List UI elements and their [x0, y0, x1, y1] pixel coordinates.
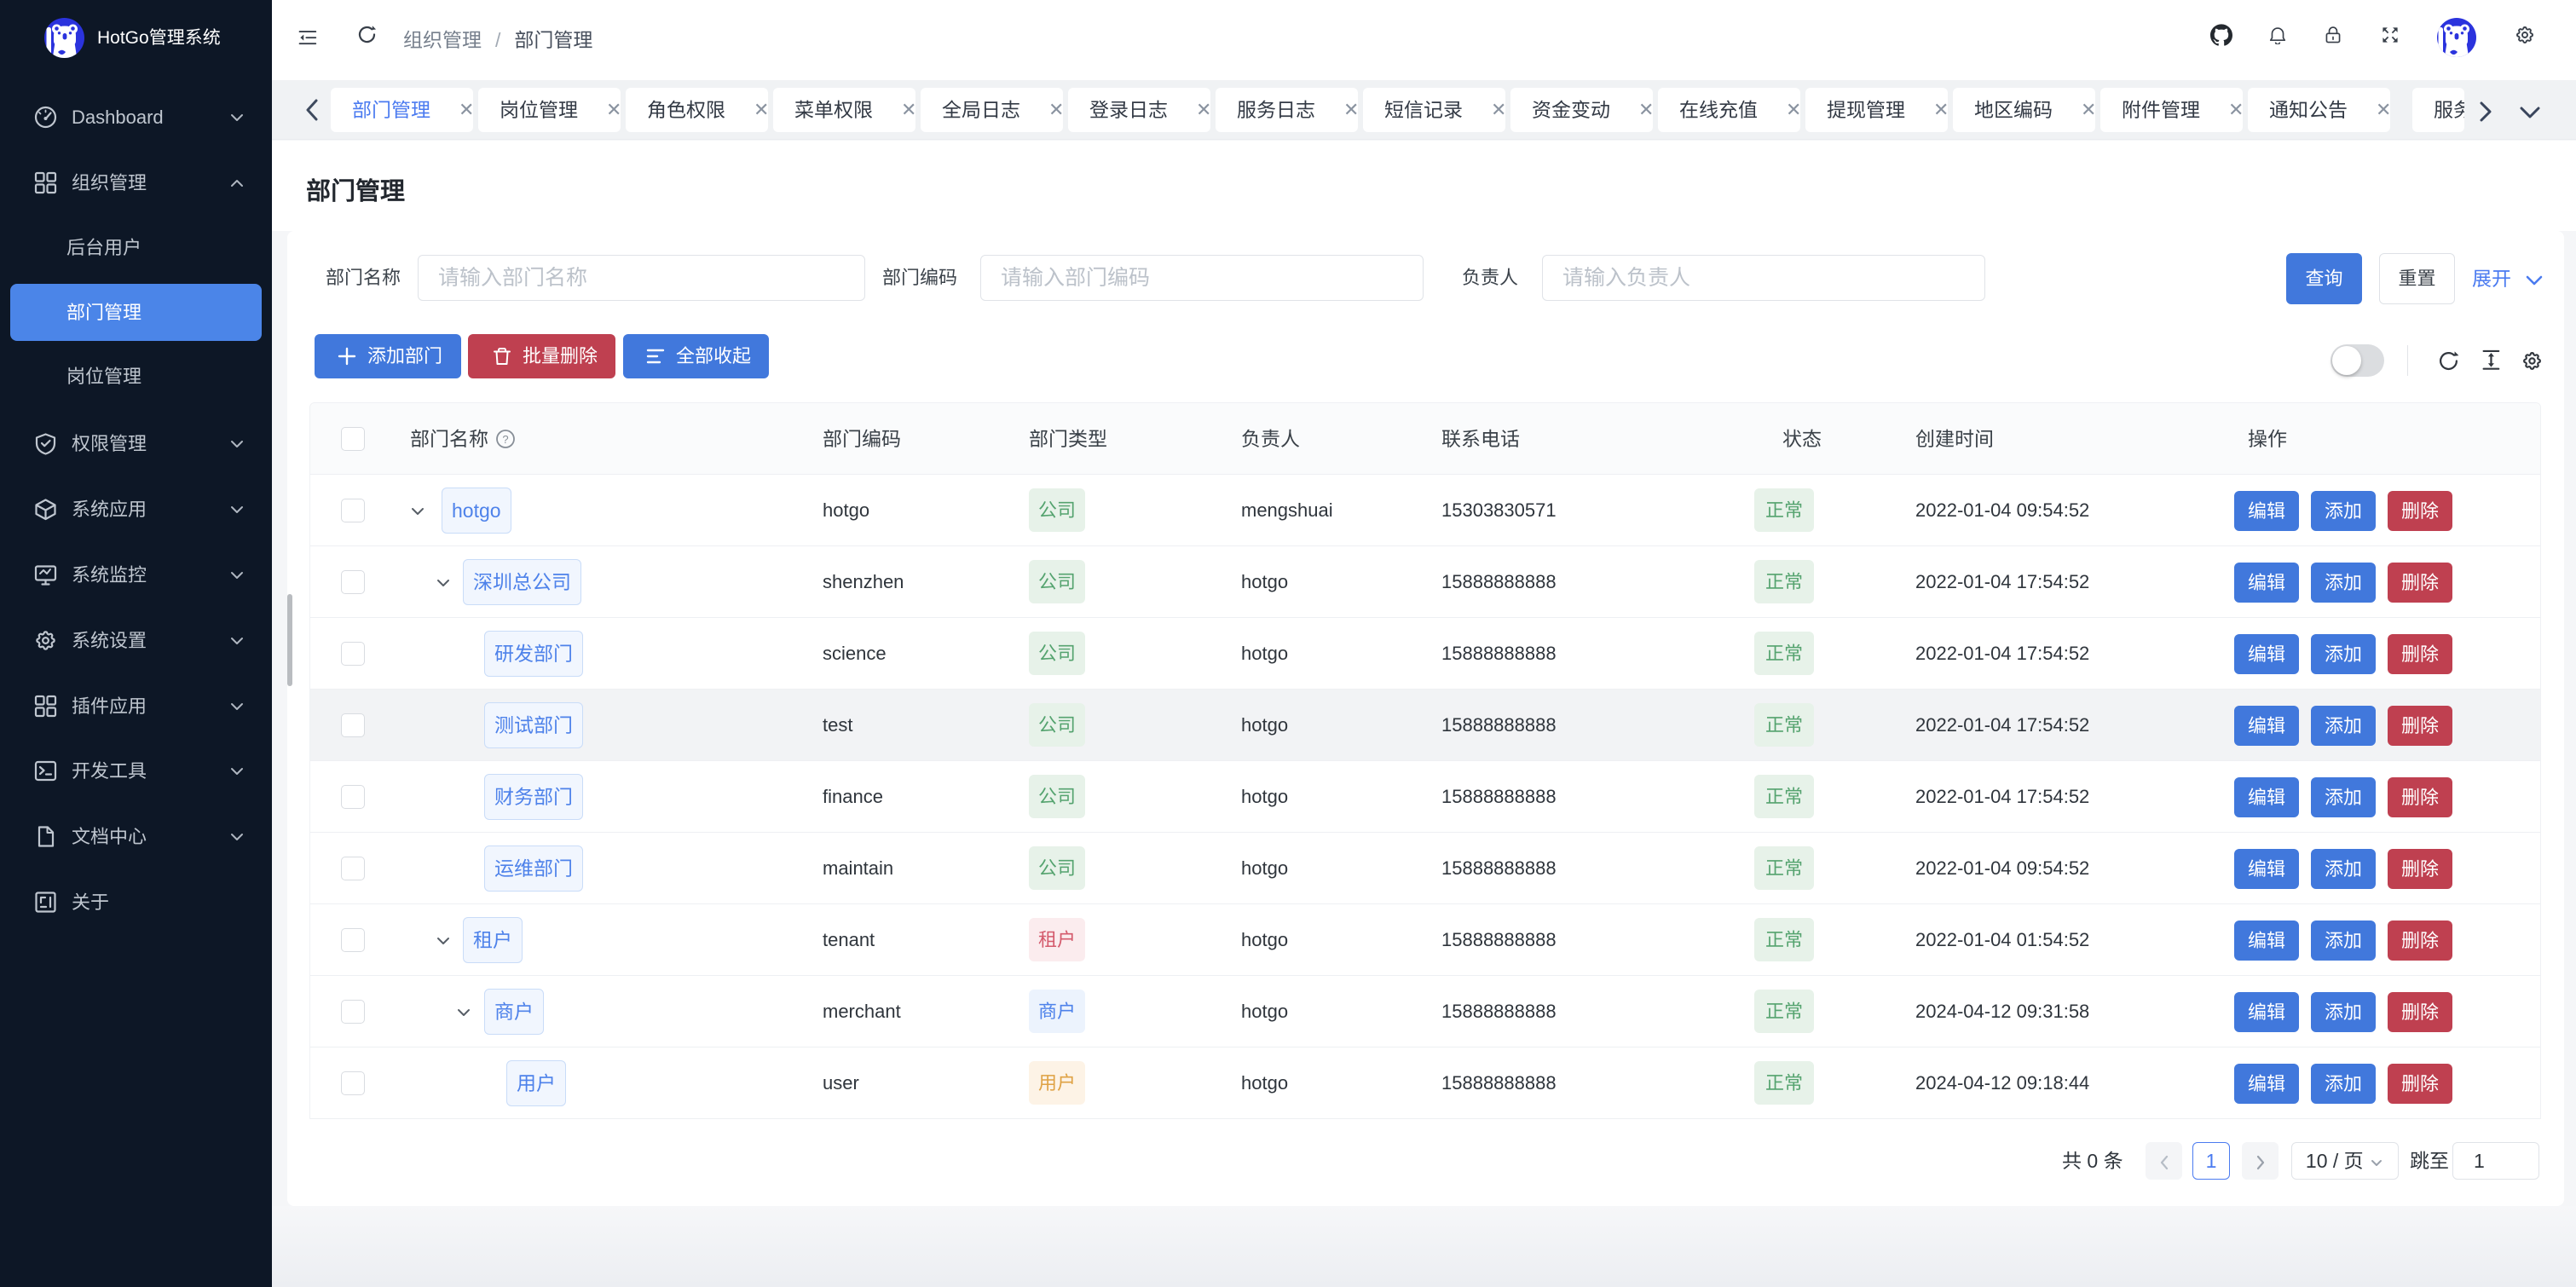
svg-text:?: ? [502, 433, 508, 446]
